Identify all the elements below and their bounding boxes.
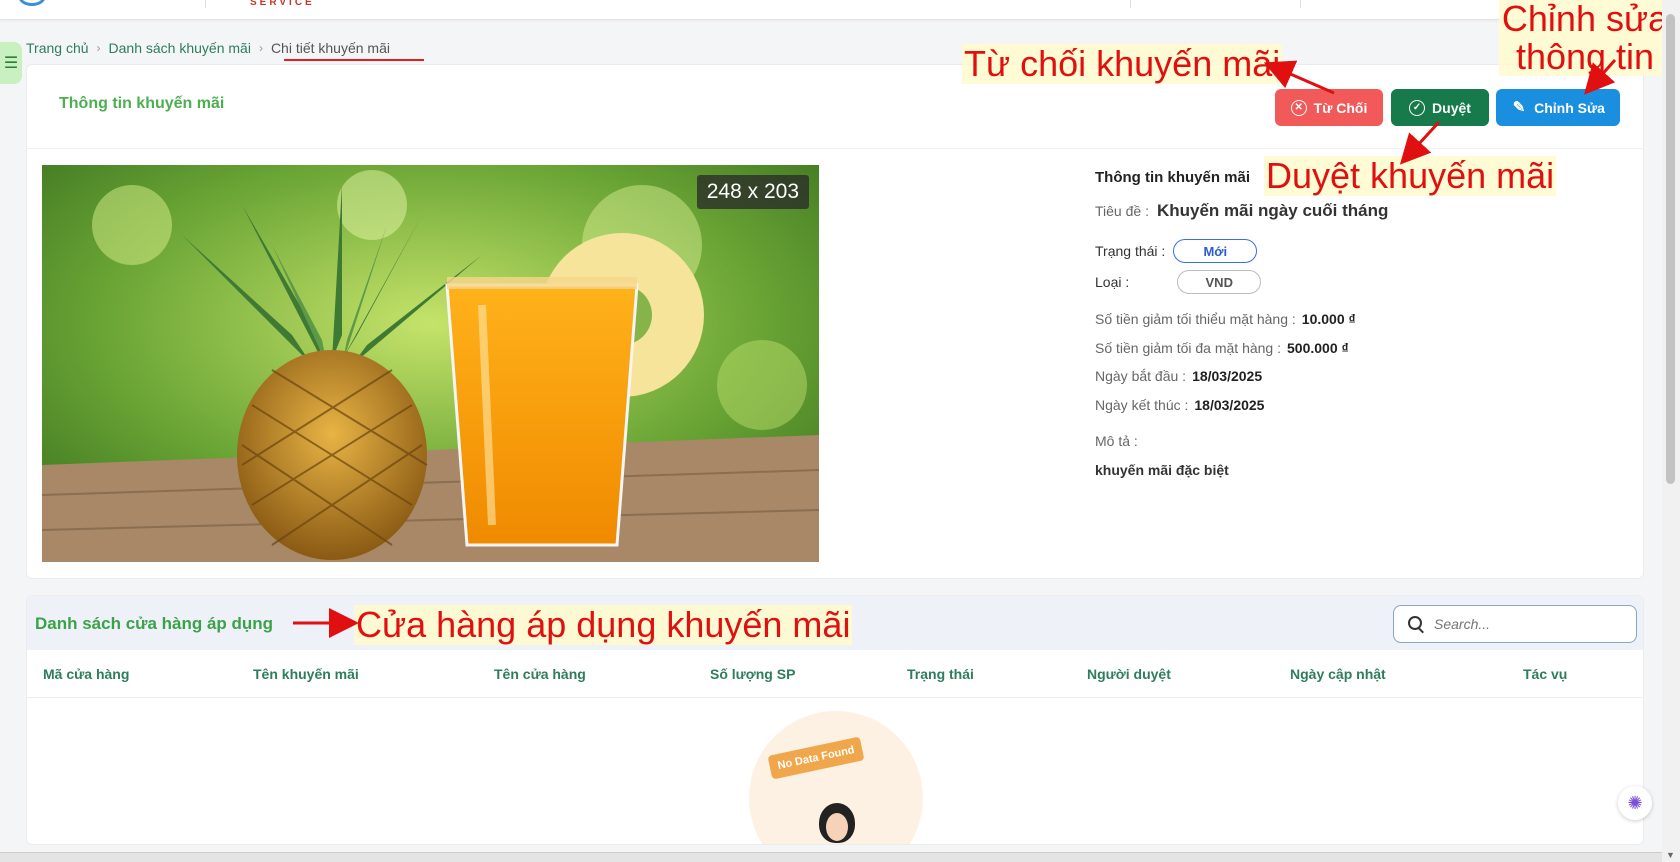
annotation-reject: Từ chối khuyến mãi	[962, 43, 1283, 84]
store-search-input[interactable]	[1434, 616, 1614, 632]
taskbar	[0, 852, 1662, 862]
column-updated-date[interactable]: Ngày cập nhật	[1290, 666, 1386, 682]
reject-button-label: Từ Chối	[1313, 99, 1368, 116]
card-title: Thông tin khuyến mãi	[59, 95, 225, 112]
annotation-underline	[284, 59, 424, 61]
card-header: Thông tin khuyến mãi ✕ Từ Chối ✓ Duyệt ✎…	[27, 65, 1643, 149]
description-value: khuyến mãi đặc biệt	[1095, 462, 1229, 478]
scroll-down-icon[interactable]: ▼	[1666, 850, 1675, 860]
empty-state-illustration: No Data Found	[749, 711, 923, 844]
type-badge: VND	[1177, 270, 1262, 294]
title-label: Tiêu đề :	[1095, 203, 1149, 219]
sidebar-toggle-icon[interactable]: ☰	[0, 42, 22, 84]
column-store-name[interactable]: Tên cửa hàng	[494, 666, 586, 682]
column-product-count[interactable]: Số lượng SP	[710, 666, 795, 682]
store-section-title: Danh sách cửa hàng áp dụng	[35, 614, 274, 633]
approve-button-label: Duyệt	[1432, 99, 1471, 116]
top-header: SERVICE	[0, 0, 1662, 20]
start-date-label: Ngày bắt đầu :	[1095, 368, 1187, 384]
column-status[interactable]: Trạng thái	[907, 666, 974, 682]
annotation-approve: Duyệt khuyến mãi	[1264, 155, 1557, 196]
column-actions[interactable]: Tác vụ	[1523, 666, 1567, 682]
type-label: Loại :	[1095, 274, 1130, 290]
max-discount-value: 500.000 ₫	[1287, 340, 1349, 356]
ai-assistant-icon[interactable]: ✺	[1618, 786, 1652, 820]
title-value: Khuyến mãi ngày cuối tháng	[1156, 201, 1389, 220]
edit-button[interactable]: ✎ Chỉnh Sửa	[1496, 89, 1620, 126]
end-date-value: 18/03/2025	[1194, 397, 1265, 413]
status-label: Trạng thái :	[1095, 243, 1166, 259]
breadcrumb-current: Chi tiết khuyến mãi	[270, 40, 390, 56]
breadcrumb: Trang chủ › Danh sách khuyến mãi › Chi t…	[26, 40, 390, 56]
pencil-icon: ✎	[1512, 99, 1526, 116]
search-icon	[1408, 616, 1424, 632]
approve-button[interactable]: ✓ Duyệt	[1391, 89, 1489, 126]
logo-icon	[18, 0, 46, 6]
end-date-label: Ngày kết thúc :	[1095, 397, 1189, 413]
min-discount-row: Số tiền giảm tối thiểu mặt hàng : 10.000…	[1095, 311, 1356, 327]
header-divider	[1130, 0, 1131, 8]
breadcrumb-home[interactable]: Trang chủ	[26, 40, 89, 56]
promotion-image: 248 x 203	[42, 165, 819, 562]
title-row: Tiêu đề : Khuyến mãi ngày cuối tháng	[1095, 201, 1388, 221]
max-discount-label: Số tiền giảm tối đa mặt hàng :	[1095, 340, 1281, 356]
start-date-value: 18/03/2025	[1192, 368, 1263, 384]
column-store-code[interactable]: Mã cửa hàng	[43, 666, 129, 682]
type-row: Loại : VND	[1095, 270, 1262, 294]
image-dimensions-label: 248 x 203	[696, 175, 809, 209]
header-divider	[1300, 0, 1301, 8]
store-table-header: Mã cửa hàng Tên khuyến mãi Tên cửa hàng …	[27, 650, 1643, 698]
start-date-row: Ngày bắt đầu : 18/03/2025	[1095, 368, 1262, 384]
reject-button[interactable]: ✕ Từ Chối	[1275, 89, 1383, 126]
logo-text: SERVICE	[250, 0, 315, 8]
max-discount-row: Số tiền giảm tối đa mặt hàng : 500.000 ₫	[1095, 340, 1349, 356]
annotation-stores: Cửa hàng áp dụng khuyến mãi	[354, 604, 853, 645]
breadcrumb-promotion-list[interactable]: Danh sách khuyến mãi	[109, 40, 251, 56]
min-discount-value: 10.000 ₫	[1301, 311, 1356, 327]
min-discount-label: Số tiền giảm tối thiểu mặt hàng :	[1095, 311, 1296, 327]
edit-button-label: Chỉnh Sửa	[1534, 99, 1605, 116]
status-badge: Mới	[1173, 239, 1258, 263]
header-divider	[205, 0, 206, 8]
x-circle-icon: ✕	[1290, 99, 1307, 116]
column-promotion-name[interactable]: Tên khuyến mãi	[253, 666, 359, 682]
status-row: Trạng thái : Mới	[1095, 239, 1258, 263]
page-scrollbar[interactable]: ▼	[1662, 0, 1680, 862]
person-face	[826, 813, 848, 841]
details-section-title: Thông tin khuyến mãi	[1095, 169, 1251, 186]
annotation-edit: Chỉnh sửa thông tin	[1499, 0, 1671, 76]
promotion-info-card: Thông tin khuyến mãi ✕ Từ Chối ✓ Duyệt ✎…	[26, 64, 1644, 579]
column-approver[interactable]: Người duyệt	[1087, 666, 1171, 682]
store-search-box[interactable]	[1393, 605, 1637, 643]
chevron-right-icon: ›	[96, 41, 101, 55]
description-label: Mô tả :	[1095, 433, 1138, 449]
check-circle-icon: ✓	[1409, 99, 1426, 116]
description-value-row: khuyến mãi đặc biệt	[1095, 462, 1229, 478]
end-date-row: Ngày kết thúc : 18/03/2025	[1095, 397, 1264, 413]
chevron-right-icon: ›	[258, 41, 263, 55]
scrollbar-thumb[interactable]	[1666, 14, 1675, 484]
description-label-row: Mô tả :	[1095, 433, 1138, 449]
